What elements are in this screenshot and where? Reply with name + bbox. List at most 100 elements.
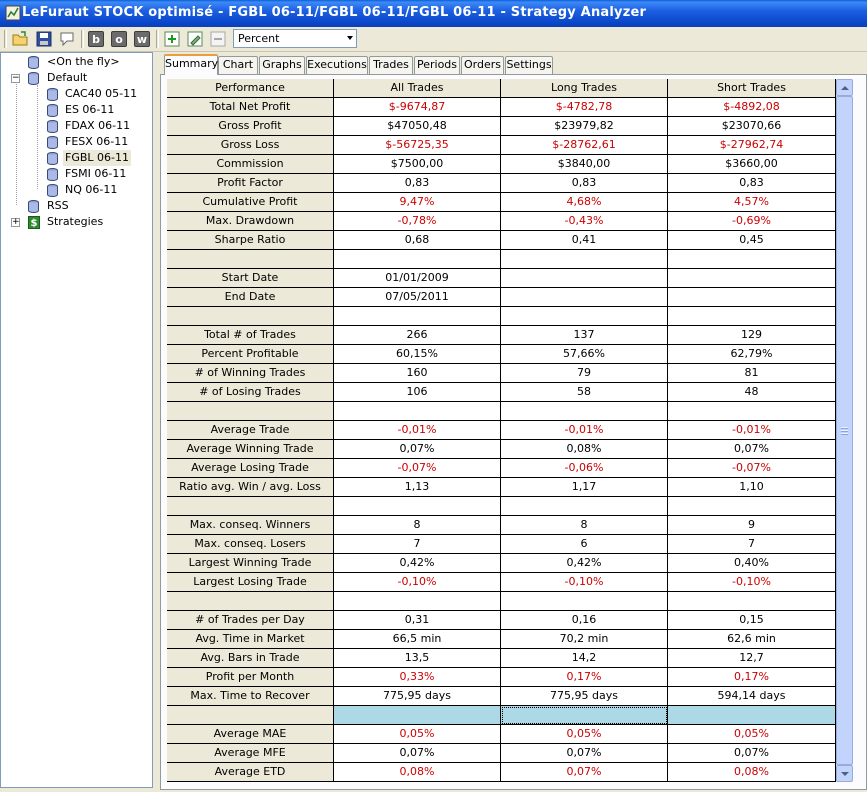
value-cell[interactable]: 62,79% bbox=[668, 345, 836, 364]
table-row[interactable] bbox=[167, 592, 836, 611]
value-cell[interactable]: 13,5 bbox=[334, 649, 501, 668]
value-cell[interactable]: 9 bbox=[668, 516, 836, 535]
table-row[interactable]: Largest Winning Trade 0,42% 0,42% 0,40% bbox=[167, 554, 836, 573]
value-cell[interactable] bbox=[501, 592, 668, 611]
value-cell[interactable]: 0,05% bbox=[668, 725, 836, 744]
table-row[interactable]: # of Winning Trades 160 79 81 bbox=[167, 364, 836, 383]
value-cell[interactable]: -0,69% bbox=[668, 212, 836, 231]
b-button[interactable]: b bbox=[88, 31, 104, 47]
value-cell[interactable] bbox=[334, 706, 501, 725]
value-cell[interactable] bbox=[501, 402, 668, 421]
value-cell[interactable]: 0,07% bbox=[334, 744, 501, 763]
value-cell[interactable]: 0,83 bbox=[668, 174, 836, 193]
value-cell[interactable]: $47050,48 bbox=[334, 117, 501, 136]
table-row[interactable] bbox=[167, 250, 836, 269]
value-cell[interactable]: -0,06% bbox=[501, 459, 668, 478]
value-cell[interactable] bbox=[334, 250, 501, 269]
value-cell[interactable]: -0,10% bbox=[501, 573, 668, 592]
value-cell[interactable]: 79 bbox=[501, 364, 668, 383]
value-cell[interactable]: 0,16 bbox=[501, 611, 668, 630]
tree-item-rss[interactable]: RSS bbox=[1, 198, 151, 214]
value-cell[interactable]: $23070,66 bbox=[668, 117, 836, 136]
remove-button[interactable] bbox=[209, 30, 227, 48]
table-row[interactable]: Avg. Time in Market 66,5 min 70,2 min 62,6 … bbox=[167, 630, 836, 649]
value-cell[interactable]: 7 bbox=[668, 535, 836, 554]
value-cell[interactable]: $-4892,08 bbox=[668, 98, 836, 117]
value-cell[interactable]: 4,68% bbox=[501, 193, 668, 212]
value-cell[interactable]: 129 bbox=[668, 326, 836, 345]
pane-splitter[interactable] bbox=[153, 52, 160, 792]
value-cell[interactable] bbox=[668, 497, 836, 516]
value-cell[interactable]: 0,17% bbox=[501, 668, 668, 687]
table-row[interactable]: Max. conseq. Losers 7 6 7 bbox=[167, 535, 836, 554]
value-cell[interactable]: 0,08% bbox=[501, 440, 668, 459]
value-cell[interactable]: -0,01% bbox=[668, 421, 836, 440]
value-cell[interactable]: 0,08% bbox=[668, 763, 836, 782]
value-cell[interactable]: 0,17% bbox=[668, 668, 836, 687]
tab-periods[interactable]: Periods bbox=[414, 56, 460, 74]
value-cell[interactable]: 8 bbox=[501, 516, 668, 535]
table-row[interactable]: Average ETD 0,08% 0,07% 0,08% bbox=[167, 763, 836, 782]
value-cell[interactable]: 775,95 days bbox=[501, 687, 668, 706]
table-row[interactable]: # of Trades per Day 0,31 0,16 0,15 bbox=[167, 611, 836, 630]
value-cell[interactable] bbox=[501, 497, 668, 516]
table-row[interactable]: Avg. Bars in Trade 13,5 14,2 12,7 bbox=[167, 649, 836, 668]
table-row[interactable]: Average Losing Trade -0,07% -0,06% -0,07% bbox=[167, 459, 836, 478]
tree-item-instrument[interactable]: FESX 06-11 bbox=[1, 134, 151, 150]
value-cell[interactable]: 81 bbox=[668, 364, 836, 383]
column-header[interactable]: Long Trades bbox=[501, 79, 668, 98]
table-row-highlighted[interactable] bbox=[167, 706, 836, 725]
o-button[interactable]: o bbox=[111, 31, 127, 47]
value-cell[interactable]: $-9674,87 bbox=[334, 98, 501, 117]
value-cell[interactable] bbox=[501, 288, 668, 307]
tab-graphs[interactable]: Graphs bbox=[259, 56, 305, 74]
value-cell[interactable]: 66,5 min bbox=[334, 630, 501, 649]
display-mode-dropdown[interactable]: Percent bbox=[233, 29, 357, 48]
value-cell[interactable]: 14,2 bbox=[501, 649, 668, 668]
table-row[interactable]: # of Losing Trades 106 58 48 bbox=[167, 383, 836, 402]
value-cell[interactable] bbox=[501, 269, 668, 288]
value-cell[interactable]: $-28762,61 bbox=[501, 136, 668, 155]
value-cell[interactable]: -0,07% bbox=[334, 459, 501, 478]
table-row[interactable] bbox=[167, 402, 836, 421]
value-cell[interactable]: 0,68 bbox=[334, 231, 501, 250]
value-cell[interactable]: 0,83 bbox=[501, 174, 668, 193]
table-row[interactable]: Gross Loss $-56725,35 $-28762,61 $-27962,74 bbox=[167, 136, 836, 155]
value-cell[interactable]: 0,07% bbox=[668, 744, 836, 763]
open-folder-button[interactable] bbox=[12, 30, 30, 48]
table-row[interactable]: Max. conseq. Winners 8 8 9 bbox=[167, 516, 836, 535]
value-cell[interactable]: 0,83 bbox=[334, 174, 501, 193]
tab-trades[interactable]: Trades bbox=[369, 56, 413, 74]
table-row[interactable]: Average MAE 0,05% 0,05% 0,05% bbox=[167, 725, 836, 744]
table-row[interactable]: Percent Profitable 60,15% 57,66% 62,79% bbox=[167, 345, 836, 364]
scroll-up-button[interactable] bbox=[836, 79, 853, 96]
title-bar[interactable]: LeFuraut STOCK optimisé - FGBL 06-11/FGB… bbox=[0, 0, 867, 27]
table-row[interactable]: Sharpe Ratio 0,68 0,41 0,45 bbox=[167, 231, 836, 250]
value-cell[interactable] bbox=[668, 706, 836, 725]
tree-item-strategies[interactable]: + $ Strategies bbox=[1, 214, 151, 230]
value-cell[interactable]: $-27962,74 bbox=[668, 136, 836, 155]
table-row[interactable]: Average Winning Trade 0,07% 0,08% 0,07% bbox=[167, 440, 836, 459]
value-cell[interactable]: 0,31 bbox=[334, 611, 501, 630]
collapse-icon[interactable]: − bbox=[11, 74, 20, 83]
value-cell[interactable]: $3660,00 bbox=[668, 155, 836, 174]
value-cell[interactable] bbox=[334, 402, 501, 421]
value-cell[interactable] bbox=[501, 250, 668, 269]
value-cell[interactable]: 0,07% bbox=[334, 440, 501, 459]
value-cell[interactable]: 12,7 bbox=[668, 649, 836, 668]
column-header[interactable]: Short Trades bbox=[668, 79, 836, 98]
value-cell[interactable] bbox=[668, 269, 836, 288]
value-cell[interactable]: 1,10 bbox=[668, 478, 836, 497]
value-cell[interactable]: 0,45 bbox=[668, 231, 836, 250]
value-cell[interactable] bbox=[668, 307, 836, 326]
value-cell[interactable]: -0,01% bbox=[501, 421, 668, 440]
scrollbar-thumb[interactable] bbox=[836, 96, 853, 765]
value-cell[interactable]: 0,07% bbox=[501, 763, 668, 782]
value-cell[interactable]: 62,6 min bbox=[668, 630, 836, 649]
tree-item-instrument-selected[interactable]: FGBL 06-11 bbox=[1, 150, 151, 166]
value-cell[interactable]: 60,15% bbox=[334, 345, 501, 364]
tree-item-default[interactable]: − Default bbox=[1, 70, 151, 86]
value-cell[interactable]: 0,05% bbox=[334, 725, 501, 744]
value-cell[interactable]: 58 bbox=[501, 383, 668, 402]
expand-icon[interactable]: + bbox=[11, 218, 20, 227]
